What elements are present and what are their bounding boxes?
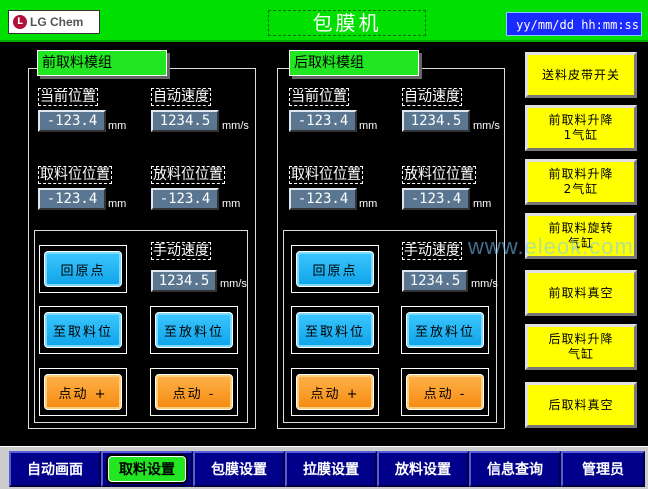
front-jog-minus-button[interactable]: 点动 - — [155, 374, 233, 410]
rear-manual-speed-unit: mm/s — [471, 278, 498, 290]
bottom-nav-tabs: 自动画面 取料设置 包膜设置 拉膜设置 放料设置 信息查询 管理员 — [0, 446, 648, 489]
front-auto-speed-label: 自动速度 — [151, 88, 211, 106]
rear-current-pos-value[interactable]: -123.4 — [289, 110, 357, 132]
front-lift-cyl2-button[interactable]: 前取料升降 2气缸 — [525, 159, 637, 205]
front-pick-pos-unit: mm — [108, 198, 127, 210]
btn-line1: 后取料升降 — [548, 332, 614, 346]
front-pick-pos-value[interactable]: -123.4 — [38, 188, 106, 210]
front-pick-pos-label: 取料位位置 — [38, 166, 112, 184]
tab-label: 自动画面 — [27, 462, 83, 478]
lg-chem-logo: L LG Chem — [8, 10, 100, 34]
rear-lift-cyl-button[interactable]: 后取料升降 气缸 — [525, 324, 637, 370]
rear-auto-speed-unit: mm/s — [473, 120, 500, 132]
front-auto-speed-value[interactable]: 1234.5 — [151, 110, 219, 132]
tab-label: 放料设置 — [395, 462, 451, 478]
tab-auto-screen[interactable]: 自动画面 — [9, 451, 101, 487]
btn-line1: 后取料真空 — [548, 397, 614, 412]
rear-jog-plus-button[interactable]: 点动 + — [296, 374, 374, 410]
tab-wrap-settings[interactable]: 包膜设置 — [193, 451, 285, 487]
tab-label: 信息查询 — [487, 462, 543, 478]
rear-manual-speed-value[interactable]: 1234.5 — [402, 270, 468, 292]
btn-line1: 送料皮带开关 — [541, 67, 620, 82]
rear-place-pos-unit: mm — [473, 198, 492, 210]
lg-logo-icon: L — [13, 15, 27, 29]
tab-pick-settings[interactable]: 取料设置 — [101, 451, 193, 487]
rear-vacuum-button[interactable]: 后取料真空 — [525, 382, 637, 428]
header-bar: L LG Chem 包膜机 yy/mm/dd hh:mm:ss — [0, 0, 648, 42]
rear-to-place-button[interactable]: 至放料位 — [406, 312, 484, 348]
btn-line1: 前取料真空 — [548, 285, 614, 300]
rear-current-pos-unit: mm — [359, 120, 378, 132]
rear-auto-speed-value[interactable]: 1234.5 — [402, 110, 470, 132]
front-current-pos-value[interactable]: -123.4 — [38, 110, 106, 132]
tab-label: 管理员 — [582, 462, 624, 478]
btn-line2: 2气缸 — [563, 182, 599, 196]
front-manual-speed-unit: mm/s — [220, 278, 247, 290]
rear-pick-pos-label: 取料位位置 — [289, 166, 363, 184]
rear-auto-speed-label: 自动速度 — [402, 88, 462, 106]
btn-line2: 1气缸 — [563, 128, 599, 142]
tab-admin[interactable]: 管理员 — [561, 451, 645, 487]
front-home-button[interactable]: 回原点 — [44, 251, 122, 287]
front-jog-plus-button[interactable]: 点动 + — [44, 374, 122, 410]
page-title: 包膜机 — [268, 10, 426, 36]
tab-place-settings[interactable]: 放料设置 — [377, 451, 469, 487]
btn-line1: 前取料升降 — [548, 167, 614, 181]
tab-label: 取料设置 — [108, 456, 186, 482]
front-current-pos-label: 当前位置 — [38, 88, 98, 106]
tab-info-query[interactable]: 信息查询 — [469, 451, 561, 487]
watermark-text: www.eleok.com — [468, 234, 634, 259]
front-auto-speed-unit: mm/s — [222, 120, 249, 132]
tab-label: 拉膜设置 — [303, 462, 359, 478]
rear-module-title: 后取料模组 — [289, 50, 419, 76]
front-manual-speed-value[interactable]: 1234.5 — [151, 270, 217, 292]
front-place-pos-unit: mm — [222, 198, 241, 210]
front-lift-cyl1-button[interactable]: 前取料升降 1气缸 — [525, 105, 637, 151]
front-vacuum-button[interactable]: 前取料真空 — [525, 270, 637, 316]
front-place-pos-label: 放料位位置 — [151, 166, 225, 184]
front-to-pick-button[interactable]: 至取料位 — [44, 312, 122, 348]
tab-pull-film-settings[interactable]: 拉膜设置 — [285, 451, 377, 487]
rear-home-button[interactable]: 回原点 — [296, 251, 374, 287]
rear-pick-pos-unit: mm — [359, 198, 378, 210]
rear-manual-speed-label: 手动速度 — [402, 242, 462, 260]
rear-place-pos-label: 放料位位置 — [402, 166, 476, 184]
front-current-pos-unit: mm — [108, 120, 127, 132]
rear-jog-minus-button[interactable]: 点动 - — [406, 374, 484, 410]
tab-label: 包膜设置 — [211, 462, 267, 478]
btn-line2: 气缸 — [567, 347, 594, 361]
rear-place-pos-value[interactable]: -123.4 — [402, 188, 470, 210]
front-place-pos-value[interactable]: -123.4 — [151, 188, 219, 210]
btn-line1: 前取料升降 — [548, 113, 614, 127]
logo-text: LG Chem — [30, 15, 84, 29]
feed-belt-toggle-button[interactable]: 送料皮带开关 — [525, 52, 637, 98]
rear-to-pick-button[interactable]: 至取料位 — [296, 312, 374, 348]
front-module-title: 前取料模组 — [37, 50, 167, 76]
rear-current-pos-label: 当前位置 — [289, 88, 349, 106]
datetime-display: yy/mm/dd hh:mm:ss — [506, 12, 642, 36]
front-to-place-button[interactable]: 至放料位 — [155, 312, 233, 348]
rear-pick-pos-value[interactable]: -123.4 — [289, 188, 357, 210]
front-manual-speed-label: 手动速度 — [151, 242, 211, 260]
